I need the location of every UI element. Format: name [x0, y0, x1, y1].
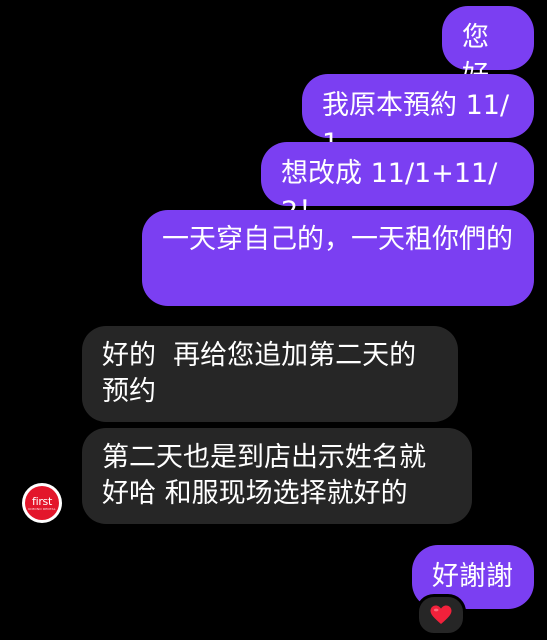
avatar-logo-subtext: KIMONO RENTAL	[28, 506, 56, 511]
avatar-logo-text: first	[32, 494, 52, 508]
contact-avatar[interactable]: first KIMONO RENTAL	[22, 483, 62, 523]
sent-message-bubble[interactable]: 您好	[442, 6, 534, 91]
first-logo-icon: first KIMONO RENTAL	[25, 486, 59, 520]
message-thread: 您好 我原本預約 11/1 想改成 11/1+11/2！ 一天穿自己的，一天租你…	[0, 0, 547, 640]
sent-message-bubble[interactable]: 我原本預約 11/1	[302, 74, 534, 159]
received-message-bubble[interactable]: 第二天也是到店出示姓名就好哈 和服现场选择就好的	[82, 428, 472, 524]
received-message-bubble[interactable]: 好的 再给您追加第二天的预约	[82, 326, 458, 422]
message-reaction[interactable]	[416, 594, 466, 636]
sent-message-bubble[interactable]: 想改成 11/1+11/2！	[261, 142, 534, 227]
sent-message-bubble[interactable]: 一天穿自己的，一天租你們的	[142, 210, 534, 306]
red-heart-icon	[430, 605, 452, 625]
